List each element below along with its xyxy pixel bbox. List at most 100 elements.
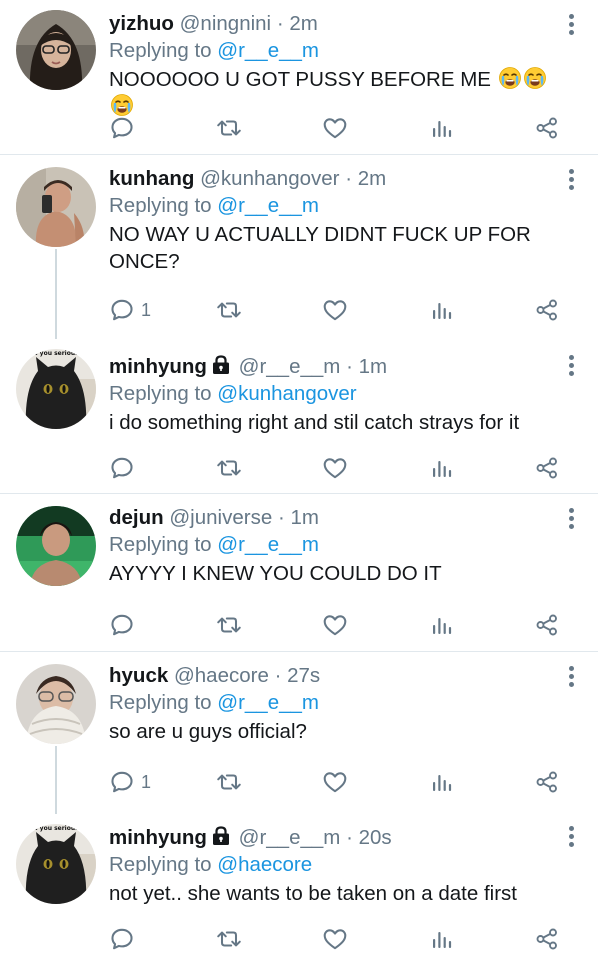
retweet-button[interactable]: [215, 924, 243, 954]
tweet-text: NO WAY U ACTUALLY DIDNT FUCK UP FOR ONCE…: [109, 223, 531, 273]
reply-icon: [109, 297, 135, 323]
reply-button[interactable]: 1: [109, 767, 151, 797]
timestamp[interactable]: 27s: [287, 664, 320, 687]
reply-button[interactable]: [109, 453, 141, 483]
more-options-icon[interactable]: [566, 826, 576, 850]
reply-button[interactable]: [109, 924, 141, 954]
more-options-icon[interactable]: [566, 508, 576, 532]
like-icon: [322, 297, 348, 323]
display-name[interactable]: kunhang: [109, 167, 194, 190]
analytics-button[interactable]: [430, 610, 454, 640]
avatar[interactable]: [16, 506, 96, 586]
user-handle[interactable]: @r__e__m: [239, 355, 341, 378]
retweet-icon: [215, 926, 243, 952]
like-button[interactable]: [322, 767, 348, 797]
avatar[interactable]: u you serious: [16, 349, 96, 429]
tweet[interactable]: kunhang @kunhangover · 2m Replying to @r…: [0, 155, 598, 339]
like-button[interactable]: [322, 295, 348, 325]
display-name[interactable]: yizhuo: [109, 12, 174, 35]
more-options-icon[interactable]: [566, 169, 576, 193]
timestamp[interactable]: 2m: [358, 167, 386, 190]
tweet[interactable]: hyuck @haecore · 27s Replying to @r__e__…: [0, 652, 598, 814]
user-handle[interactable]: @juniverse: [169, 506, 272, 529]
analytics-button[interactable]: [430, 295, 454, 325]
tweet-text: not yet.. she wants to be taken on a dat…: [109, 882, 517, 905]
reply-mention-link[interactable]: @r__e__m: [217, 533, 319, 556]
retweet-icon: [215, 115, 243, 141]
user-handle[interactable]: @r__e__m: [239, 826, 341, 849]
share-button[interactable]: [535, 295, 559, 325]
avatar[interactable]: u you serious: [16, 824, 96, 904]
like-button[interactable]: [322, 924, 348, 954]
crying-face-icon: [523, 66, 547, 90]
timestamp[interactable]: 1m: [290, 506, 318, 529]
like-icon: [322, 769, 348, 795]
share-button[interactable]: [535, 767, 559, 797]
like-button[interactable]: [322, 453, 348, 483]
reply-mention-link[interactable]: @r__e__m: [217, 691, 319, 714]
analytics-button[interactable]: [430, 113, 454, 143]
display-name[interactable]: minhyung: [109, 355, 207, 378]
user-handle[interactable]: @ningnini: [180, 12, 271, 35]
share-button[interactable]: [535, 113, 559, 143]
share-button[interactable]: [535, 610, 559, 640]
like-button[interactable]: [322, 113, 348, 143]
more-options-icon[interactable]: [566, 355, 576, 379]
avatar[interactable]: [16, 664, 96, 744]
tweet[interactable]: yizhuo @ningnini · 2m Replying to @r__e_…: [0, 0, 598, 155]
crying-face-icon: [498, 66, 522, 90]
reply-mention-link[interactable]: @r__e__m: [217, 194, 319, 217]
tweet-text: i do something right and stil catch stra…: [109, 411, 520, 434]
replying-label: Replying to: [109, 691, 212, 714]
retweet-icon: [215, 769, 243, 795]
share-icon: [535, 613, 559, 637]
reply-mention-link[interactable]: @kunhangover: [217, 382, 356, 405]
tweet[interactable]: dejun @juniverse · 1m Replying to @r__e_…: [0, 494, 598, 652]
avatar[interactable]: [16, 10, 96, 90]
reply-mention-link[interactable]: @haecore: [217, 853, 312, 876]
share-icon: [535, 770, 559, 794]
tweet[interactable]: u you serious minhyung @r__e__m · 1m Rep…: [0, 335, 598, 494]
timestamp[interactable]: 20s: [359, 826, 392, 849]
retweet-button[interactable]: [215, 295, 243, 325]
reply-button[interactable]: [109, 610, 141, 640]
retweet-button[interactable]: [215, 113, 243, 143]
analytics-icon: [430, 456, 454, 480]
user-handle[interactable]: @kunhangover: [200, 167, 339, 190]
timestamp[interactable]: 1m: [359, 355, 387, 378]
analytics-button[interactable]: [430, 924, 454, 954]
like-icon: [322, 115, 348, 141]
replying-label: Replying to: [109, 853, 212, 876]
separator-dot: ·: [277, 506, 285, 529]
share-button[interactable]: [535, 453, 559, 483]
retweet-button[interactable]: [215, 453, 243, 483]
thread-line: [55, 249, 57, 339]
tweet-actions: [0, 453, 598, 483]
display-name[interactable]: hyuck: [109, 664, 168, 687]
analytics-button[interactable]: [430, 453, 454, 483]
avatar[interactable]: [16, 167, 96, 247]
share-icon: [535, 298, 559, 322]
more-options-icon[interactable]: [566, 666, 576, 690]
analytics-button[interactable]: [430, 767, 454, 797]
retweet-button[interactable]: [215, 767, 243, 797]
display-name[interactable]: minhyung: [109, 826, 207, 849]
like-icon: [322, 612, 348, 638]
tweet-actions: [0, 610, 598, 640]
replying-label: Replying to: [109, 382, 212, 405]
replying-label: Replying to: [109, 533, 212, 556]
more-options-icon[interactable]: [566, 14, 576, 38]
reply-mention-link[interactable]: @r__e__m: [217, 39, 319, 62]
share-button[interactable]: [535, 924, 559, 954]
tweet[interactable]: u you serious minhyung @r__e__m · 20s Re…: [0, 810, 598, 960]
retweet-button[interactable]: [215, 610, 243, 640]
reply-icon: [109, 115, 135, 141]
timestamp[interactable]: 2m: [289, 12, 317, 35]
like-button[interactable]: [322, 610, 348, 640]
user-handle[interactable]: @haecore: [174, 664, 269, 687]
reply-button[interactable]: 1: [109, 295, 151, 325]
display-name[interactable]: dejun: [109, 506, 164, 529]
reply-button[interactable]: [109, 113, 141, 143]
share-icon: [535, 456, 559, 480]
tweet-actions: [0, 113, 598, 143]
